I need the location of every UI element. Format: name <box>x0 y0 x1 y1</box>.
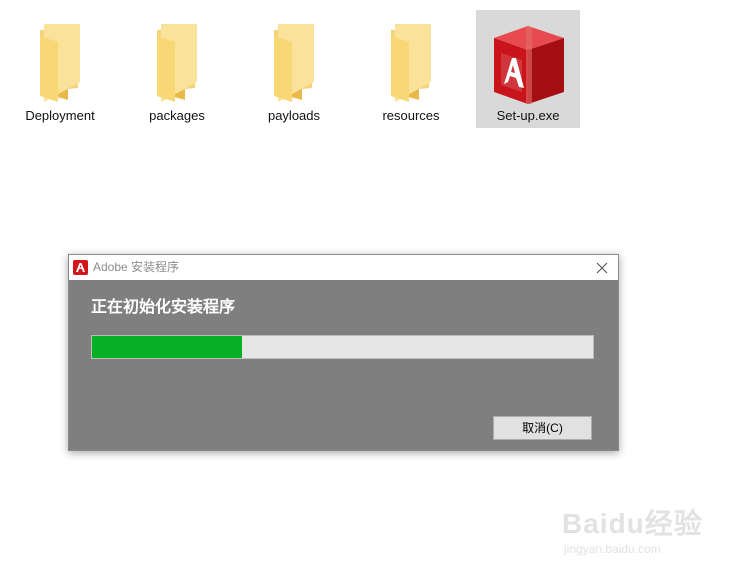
file-label: payloads <box>267 108 321 123</box>
folder-icon <box>157 24 197 102</box>
close-icon[interactable] <box>592 258 612 278</box>
progress-bar <box>91 335 594 359</box>
status-text: 正在初始化安装程序 <box>91 297 236 316</box>
folder-icon <box>391 24 431 102</box>
adobe-app-icon <box>73 260 88 275</box>
watermark-brand: Baidu经验 <box>562 508 703 539</box>
watermark-url: jingyan.baidu.com <box>564 542 661 556</box>
file-item-setup-exe[interactable]: Set-up.exe <box>476 10 580 128</box>
progress-fill <box>92 336 243 358</box>
file-label: resources <box>382 108 440 123</box>
dialog-titlebar[interactable]: Adobe 安装程序 <box>69 255 618 280</box>
file-label: Deployment <box>25 108 95 123</box>
file-label: packages <box>149 108 205 123</box>
adobe-installer-icon <box>494 26 564 104</box>
folder-icon <box>40 24 80 102</box>
file-item-resources[interactable]: resources <box>359 10 463 128</box>
file-label: Set-up.exe <box>496 108 560 123</box>
folder-icon <box>274 24 314 102</box>
baidu-watermark: Baidu经验 jingyan.baidu.com <box>560 494 728 564</box>
installer-dialog: Adobe 安装程序 正在初始化安装程序 取消(C) <box>68 254 619 451</box>
cancel-button[interactable]: 取消(C) <box>493 416 592 440</box>
file-item-payloads[interactable]: payloads <box>242 10 346 128</box>
desktop: Deployment packages payloads resources S… <box>0 0 733 576</box>
file-item-deployment[interactable]: Deployment <box>8 10 112 128</box>
dialog-title: Adobe 安装程序 <box>93 260 180 274</box>
file-item-packages[interactable]: packages <box>125 10 229 128</box>
